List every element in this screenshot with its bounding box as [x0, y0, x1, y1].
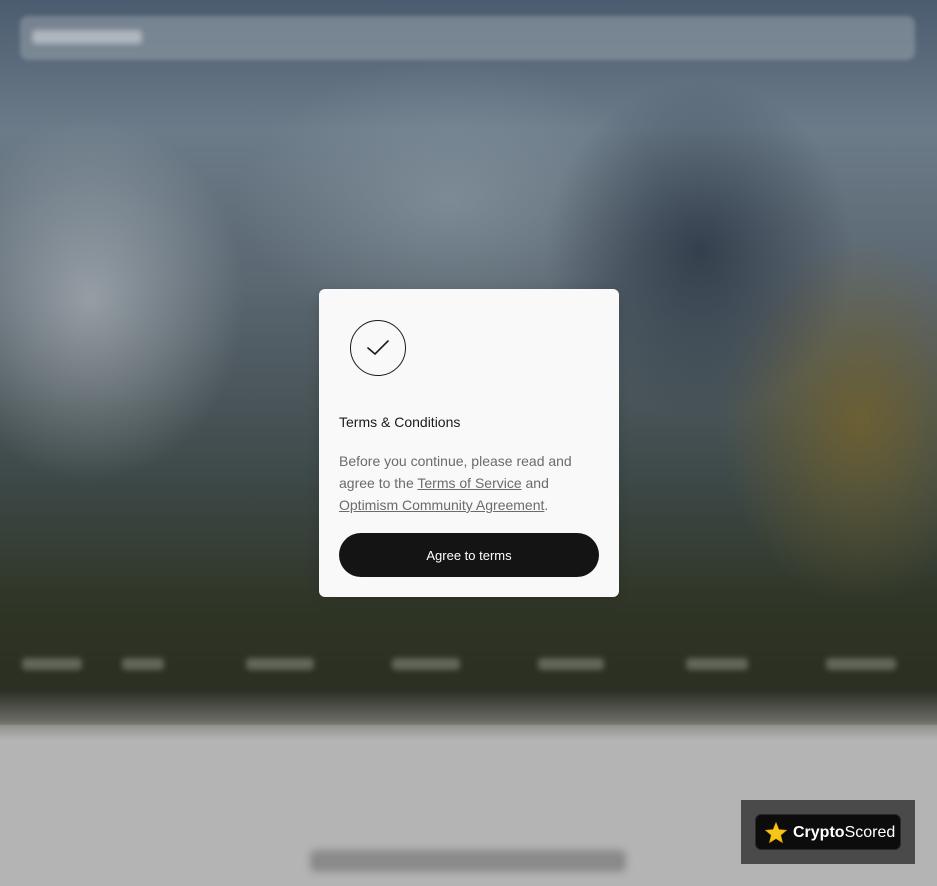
blurred-partner-logo — [122, 658, 164, 670]
blurred-partner-logos — [0, 650, 937, 680]
cryptoscored-badge-frame: CryptoScored — [741, 800, 915, 864]
badge-brand-bold: Crypto — [793, 824, 845, 841]
blurred-logo — [32, 30, 142, 44]
body-text: and — [521, 475, 549, 491]
blurred-partner-logo — [392, 658, 460, 670]
blurred-partner-logo — [826, 658, 896, 670]
blurred-partner-logo — [22, 658, 82, 670]
agree-to-terms-button[interactable]: Agree to terms — [339, 533, 599, 577]
blurred-partner-logo — [246, 658, 314, 670]
modal-body: Before you continue, please read and agr… — [339, 450, 601, 516]
check-icon — [350, 320, 406, 376]
hero-fade — [0, 690, 937, 740]
cryptoscored-badge[interactable]: CryptoScored — [755, 814, 901, 850]
modal-title: Terms & Conditions — [339, 414, 461, 430]
terms-modal: Terms & Conditions Before you continue, … — [319, 289, 619, 597]
check-icon-glyph — [367, 340, 389, 355]
blurred-top-navigation — [20, 16, 915, 60]
body-text: . — [544, 497, 549, 513]
community-agreement-link[interactable]: Optimism Community Agreement — [339, 497, 544, 513]
blurred-section-heading — [310, 850, 626, 872]
badge-brand-name: CryptoScored — [793, 824, 895, 842]
terms-of-service-link[interactable]: Terms of Service — [417, 475, 521, 491]
blurred-partner-logo — [538, 658, 604, 670]
star-icon — [764, 821, 788, 844]
page-viewport: Terms & Conditions Before you continue, … — [0, 0, 937, 886]
badge-brand-regular: Scored — [844, 824, 896, 841]
blurred-partner-logo — [686, 658, 748, 670]
